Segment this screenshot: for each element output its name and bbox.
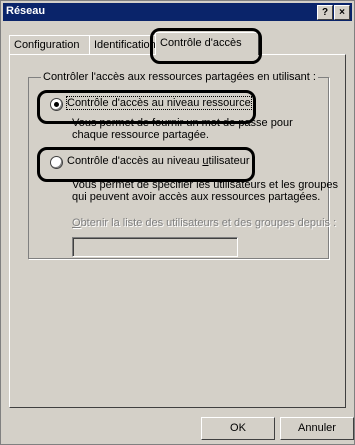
- obtain-list-label-text: btenir la liste des utilisateurs et des …: [80, 217, 337, 229]
- user-level-description-line2: qui peuvent avoir accès aux ressources p…: [72, 191, 321, 203]
- share-level-description-line2: chaque ressource partagée.: [72, 129, 209, 141]
- share-level-label[interactable]: Contrôle d'accès au niveau ressource: [66, 96, 252, 110]
- group-legend: Contrôler l'accès aux ressources partagé…: [41, 71, 318, 83]
- tab-configuration[interactable]: Configuration: [9, 35, 92, 54]
- share-level-radio[interactable]: [50, 98, 63, 111]
- window-title: Réseau: [6, 5, 46, 17]
- cancel-button[interactable]: Annuler: [280, 417, 354, 440]
- title-bar: Réseau ? ×: [3, 3, 352, 21]
- tab-identification[interactable]: Identification: [89, 35, 159, 54]
- obtain-list-label: Obtenir la liste des utilisateurs et des…: [72, 217, 336, 229]
- close-icon[interactable]: ×: [334, 5, 350, 20]
- tab-access-control[interactable]: Contrôle d'accès: [155, 32, 259, 55]
- user-level-label-part1: Contrôle d'accès au niveau: [67, 155, 203, 167]
- obtain-list-input[interactable]: [72, 237, 238, 257]
- user-level-description-line1: Vous permet de spécifier les utilisateur…: [72, 179, 338, 191]
- help-icon[interactable]: ?: [317, 5, 333, 20]
- user-level-radio[interactable]: [50, 156, 63, 169]
- user-level-label-part2: tilisateur: [208, 155, 250, 167]
- radio-selected-dot: [54, 102, 59, 107]
- ok-button[interactable]: OK: [201, 417, 275, 440]
- network-dialog: Réseau ? × Configuration Identification …: [0, 0, 355, 445]
- share-level-description: Vous permet de fournir un mot de passe p…: [72, 117, 293, 141]
- obtain-list-accelerator: O: [72, 217, 81, 229]
- user-level-label[interactable]: Contrôle d'accès au niveau utilisateur: [67, 155, 250, 167]
- share-level-description-line1: Vous permet de fournir un mot de passe p…: [72, 117, 293, 129]
- user-level-description: Vous permet de spécifier les utilisateur…: [72, 179, 338, 203]
